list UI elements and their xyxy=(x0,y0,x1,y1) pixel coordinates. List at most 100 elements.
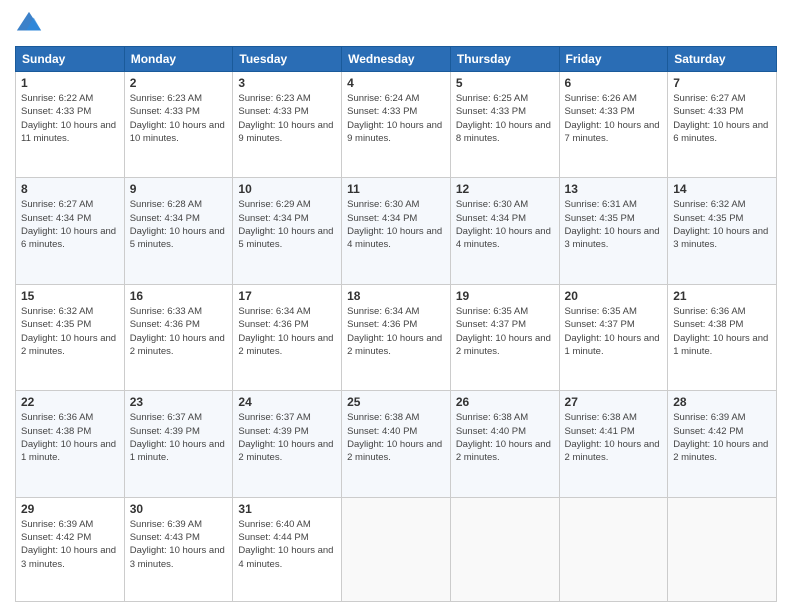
day-number: 21 xyxy=(673,289,771,303)
calendar-week-4: 22 Sunrise: 6:36 AMSunset: 4:38 PMDaylig… xyxy=(16,391,777,497)
day-number: 27 xyxy=(565,395,663,409)
day-number: 23 xyxy=(130,395,228,409)
day-info: Sunrise: 6:38 AMSunset: 4:40 PMDaylight:… xyxy=(456,411,554,464)
day-number: 6 xyxy=(565,76,663,90)
calendar-cell: 17 Sunrise: 6:34 AMSunset: 4:36 PMDaylig… xyxy=(233,284,342,390)
calendar-week-2: 8 Sunrise: 6:27 AMSunset: 4:34 PMDayligh… xyxy=(16,178,777,284)
day-info: Sunrise: 6:38 AMSunset: 4:40 PMDaylight:… xyxy=(347,411,445,464)
day-number: 9 xyxy=(130,182,228,196)
header xyxy=(15,10,777,38)
day-info: Sunrise: 6:30 AMSunset: 4:34 PMDaylight:… xyxy=(456,198,554,251)
day-info: Sunrise: 6:30 AMSunset: 4:34 PMDaylight:… xyxy=(347,198,445,251)
calendar-cell: 18 Sunrise: 6:34 AMSunset: 4:36 PMDaylig… xyxy=(342,284,451,390)
calendar-cell: 23 Sunrise: 6:37 AMSunset: 4:39 PMDaylig… xyxy=(124,391,233,497)
weekday-header-wednesday: Wednesday xyxy=(342,47,451,72)
day-number: 22 xyxy=(21,395,119,409)
calendar-cell: 16 Sunrise: 6:33 AMSunset: 4:36 PMDaylig… xyxy=(124,284,233,390)
day-number: 4 xyxy=(347,76,445,90)
day-number: 31 xyxy=(238,502,336,516)
weekday-header-tuesday: Tuesday xyxy=(233,47,342,72)
calendar-week-3: 15 Sunrise: 6:32 AMSunset: 4:35 PMDaylig… xyxy=(16,284,777,390)
day-number: 1 xyxy=(21,76,119,90)
weekday-header-thursday: Thursday xyxy=(450,47,559,72)
day-info: Sunrise: 6:32 AMSunset: 4:35 PMDaylight:… xyxy=(673,198,771,251)
calendar-cell: 19 Sunrise: 6:35 AMSunset: 4:37 PMDaylig… xyxy=(450,284,559,390)
day-info: Sunrise: 6:27 AMSunset: 4:34 PMDaylight:… xyxy=(21,198,119,251)
day-number: 26 xyxy=(456,395,554,409)
day-number: 30 xyxy=(130,502,228,516)
page: SundayMondayTuesdayWednesdayThursdayFrid… xyxy=(0,0,792,612)
calendar-cell: 20 Sunrise: 6:35 AMSunset: 4:37 PMDaylig… xyxy=(559,284,668,390)
day-info: Sunrise: 6:33 AMSunset: 4:36 PMDaylight:… xyxy=(130,305,228,358)
calendar-cell: 1 Sunrise: 6:22 AMSunset: 4:33 PMDayligh… xyxy=(16,72,125,178)
calendar-table: SundayMondayTuesdayWednesdayThursdayFrid… xyxy=(15,46,777,602)
calendar-cell: 21 Sunrise: 6:36 AMSunset: 4:38 PMDaylig… xyxy=(668,284,777,390)
weekday-header-sunday: Sunday xyxy=(16,47,125,72)
weekday-header-saturday: Saturday xyxy=(668,47,777,72)
calendar-cell: 9 Sunrise: 6:28 AMSunset: 4:34 PMDayligh… xyxy=(124,178,233,284)
calendar-cell: 12 Sunrise: 6:30 AMSunset: 4:34 PMDaylig… xyxy=(450,178,559,284)
day-number: 25 xyxy=(347,395,445,409)
calendar-cell: 24 Sunrise: 6:37 AMSunset: 4:39 PMDaylig… xyxy=(233,391,342,497)
weekday-header-monday: Monday xyxy=(124,47,233,72)
day-number: 24 xyxy=(238,395,336,409)
day-info: Sunrise: 6:35 AMSunset: 4:37 PMDaylight:… xyxy=(456,305,554,358)
calendar-cell: 22 Sunrise: 6:36 AMSunset: 4:38 PMDaylig… xyxy=(16,391,125,497)
day-number: 10 xyxy=(238,182,336,196)
calendar-cell xyxy=(450,497,559,601)
day-info: Sunrise: 6:23 AMSunset: 4:33 PMDaylight:… xyxy=(238,92,336,145)
calendar-cell: 30 Sunrise: 6:39 AMSunset: 4:43 PMDaylig… xyxy=(124,497,233,601)
day-info: Sunrise: 6:34 AMSunset: 4:36 PMDaylight:… xyxy=(238,305,336,358)
calendar-cell: 13 Sunrise: 6:31 AMSunset: 4:35 PMDaylig… xyxy=(559,178,668,284)
day-number: 13 xyxy=(565,182,663,196)
day-info: Sunrise: 6:39 AMSunset: 4:42 PMDaylight:… xyxy=(21,518,119,571)
day-number: 19 xyxy=(456,289,554,303)
day-number: 8 xyxy=(21,182,119,196)
calendar-cell: 6 Sunrise: 6:26 AMSunset: 4:33 PMDayligh… xyxy=(559,72,668,178)
calendar-cell: 4 Sunrise: 6:24 AMSunset: 4:33 PMDayligh… xyxy=(342,72,451,178)
day-info: Sunrise: 6:29 AMSunset: 4:34 PMDaylight:… xyxy=(238,198,336,251)
day-number: 14 xyxy=(673,182,771,196)
day-info: Sunrise: 6:24 AMSunset: 4:33 PMDaylight:… xyxy=(347,92,445,145)
day-info: Sunrise: 6:32 AMSunset: 4:35 PMDaylight:… xyxy=(21,305,119,358)
day-number: 18 xyxy=(347,289,445,303)
day-info: Sunrise: 6:31 AMSunset: 4:35 PMDaylight:… xyxy=(565,198,663,251)
calendar-cell: 31 Sunrise: 6:40 AMSunset: 4:44 PMDaylig… xyxy=(233,497,342,601)
calendar-week-1: 1 Sunrise: 6:22 AMSunset: 4:33 PMDayligh… xyxy=(16,72,777,178)
day-info: Sunrise: 6:23 AMSunset: 4:33 PMDaylight:… xyxy=(130,92,228,145)
day-info: Sunrise: 6:39 AMSunset: 4:43 PMDaylight:… xyxy=(130,518,228,571)
day-number: 28 xyxy=(673,395,771,409)
calendar-week-5: 29 Sunrise: 6:39 AMSunset: 4:42 PMDaylig… xyxy=(16,497,777,601)
day-info: Sunrise: 6:40 AMSunset: 4:44 PMDaylight:… xyxy=(238,518,336,571)
day-info: Sunrise: 6:36 AMSunset: 4:38 PMDaylight:… xyxy=(673,305,771,358)
day-number: 7 xyxy=(673,76,771,90)
calendar-cell: 25 Sunrise: 6:38 AMSunset: 4:40 PMDaylig… xyxy=(342,391,451,497)
calendar-cell: 29 Sunrise: 6:39 AMSunset: 4:42 PMDaylig… xyxy=(16,497,125,601)
day-info: Sunrise: 6:28 AMSunset: 4:34 PMDaylight:… xyxy=(130,198,228,251)
calendar-cell: 3 Sunrise: 6:23 AMSunset: 4:33 PMDayligh… xyxy=(233,72,342,178)
day-number: 5 xyxy=(456,76,554,90)
day-info: Sunrise: 6:27 AMSunset: 4:33 PMDaylight:… xyxy=(673,92,771,145)
day-info: Sunrise: 6:26 AMSunset: 4:33 PMDaylight:… xyxy=(565,92,663,145)
day-info: Sunrise: 6:34 AMSunset: 4:36 PMDaylight:… xyxy=(347,305,445,358)
logo-icon xyxy=(15,10,43,38)
calendar-cell xyxy=(342,497,451,601)
day-info: Sunrise: 6:39 AMSunset: 4:42 PMDaylight:… xyxy=(673,411,771,464)
day-number: 20 xyxy=(565,289,663,303)
calendar-cell xyxy=(668,497,777,601)
calendar-cell: 26 Sunrise: 6:38 AMSunset: 4:40 PMDaylig… xyxy=(450,391,559,497)
day-info: Sunrise: 6:37 AMSunset: 4:39 PMDaylight:… xyxy=(238,411,336,464)
calendar-cell: 8 Sunrise: 6:27 AMSunset: 4:34 PMDayligh… xyxy=(16,178,125,284)
day-info: Sunrise: 6:35 AMSunset: 4:37 PMDaylight:… xyxy=(565,305,663,358)
day-number: 17 xyxy=(238,289,336,303)
day-number: 2 xyxy=(130,76,228,90)
day-info: Sunrise: 6:25 AMSunset: 4:33 PMDaylight:… xyxy=(456,92,554,145)
weekday-header-row: SundayMondayTuesdayWednesdayThursdayFrid… xyxy=(16,47,777,72)
calendar-cell: 28 Sunrise: 6:39 AMSunset: 4:42 PMDaylig… xyxy=(668,391,777,497)
calendar-cell: 11 Sunrise: 6:30 AMSunset: 4:34 PMDaylig… xyxy=(342,178,451,284)
calendar-cell: 15 Sunrise: 6:32 AMSunset: 4:35 PMDaylig… xyxy=(16,284,125,390)
day-info: Sunrise: 6:36 AMSunset: 4:38 PMDaylight:… xyxy=(21,411,119,464)
logo xyxy=(15,10,47,38)
calendar-cell xyxy=(559,497,668,601)
day-number: 16 xyxy=(130,289,228,303)
